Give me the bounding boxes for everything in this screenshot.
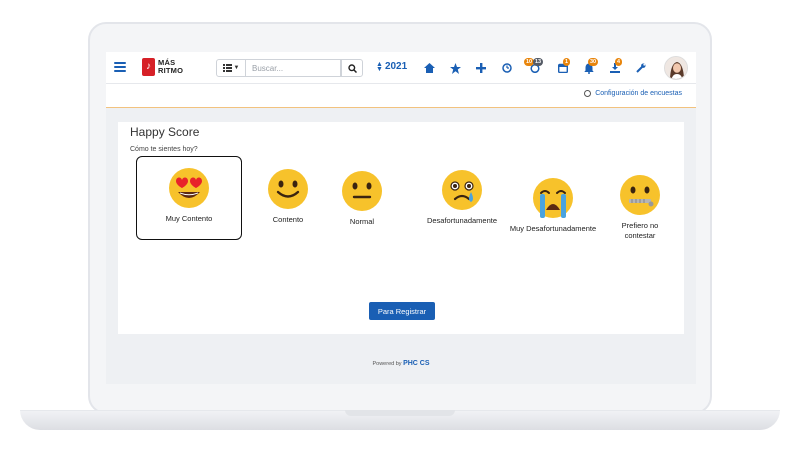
gear-icon [584,90,592,97]
page-title: Happy Score [130,125,200,139]
search-button[interactable] [341,59,363,77]
option-muy-desafortunadamente[interactable]: Muy Desafortunadamente [503,176,603,234]
option-label: Contento [272,215,304,224]
top-navbar: ♪ MÁS RITMO ▼ ▲▼ 2021 [106,52,696,84]
footer-brand[interactable]: PHC CS [403,360,429,367]
logo-text: MÁS RITMO [158,59,183,75]
option-normal[interactable]: Normal [322,169,402,227]
user-avatar[interactable] [664,56,688,80]
history-badge-gray: 13 [533,58,544,66]
sort-arrows-icon: ▲ ▼ [376,60,383,73]
clock-icon[interactable] [500,61,514,75]
option-label: Normal [349,217,375,226]
option-label: Muy Contento [165,214,213,223]
search-icon [347,63,357,73]
survey-config-label: Configuración de encuestas [595,90,682,97]
app-screen: ♪ MÁS RITMO ▼ ▲▼ 2021 [106,52,696,384]
bell-icon[interactable]: 30 [582,58,599,75]
wrench-icon[interactable] [634,61,648,75]
download-badge: 4 [615,58,623,66]
caret-down-icon: ▼ [233,65,240,71]
list-icon [222,64,232,72]
footer: Powered by PHC CS [106,360,696,367]
calendar-icon[interactable]: 1 [556,58,571,75]
option-prefiero-no-contestar[interactable]: Prefiero no contestar [604,173,676,241]
sobbing-emoji-icon [533,178,573,218]
option-label: Prefiero no contestar [621,221,659,240]
sub-toolbar: Configuración de encuestas [106,84,696,108]
calendar-badge: 1 [563,58,571,66]
download-icon[interactable]: 4 [608,58,623,75]
zipper-mouth-emoji-icon [620,175,660,215]
laptop-notch [345,410,455,416]
option-contento[interactable]: Contento [248,167,328,225]
bell-badge: 30 [588,58,599,66]
option-label: Muy Desafortunadamente [509,224,597,233]
survey-config-link[interactable]: Configuración de encuestas [584,90,682,97]
logo-line-2: RITMO [158,66,184,75]
music-note-icon: ♪ [142,58,155,76]
option-label: Desafortunadamente [426,216,498,225]
survey-question: Cómo te sientes hoy? [130,146,198,153]
register-button[interactable]: Para Registrar [369,302,435,320]
smile-emoji-icon [268,169,308,209]
heart-eyes-emoji-icon [169,168,209,208]
plus-icon[interactable] [474,61,488,75]
brand-logo[interactable]: ♪ MÁS RITMO [142,58,183,76]
crying-emoji-icon [442,170,482,210]
happy-score-card: Happy Score Cómo te sientes hoy? Muy Con… [118,122,684,334]
option-muy-contento[interactable]: Muy Contento [136,156,242,240]
star-icon[interactable] [448,61,462,75]
powered-by-text: Powered by [372,361,402,367]
list-view-dropdown[interactable]: ▼ [216,59,246,77]
search-input[interactable] [246,59,341,77]
neutral-emoji-icon [342,171,382,211]
history-icon[interactable]: 10 13 [524,58,544,75]
year-value: 2021 [384,61,408,72]
option-desafortunadamente[interactable]: Desafortunadamente [414,168,510,226]
home-icon[interactable] [422,61,436,75]
year-selector[interactable]: ▲ ▼ 2021 [376,60,408,73]
menu-icon[interactable] [114,62,126,72]
